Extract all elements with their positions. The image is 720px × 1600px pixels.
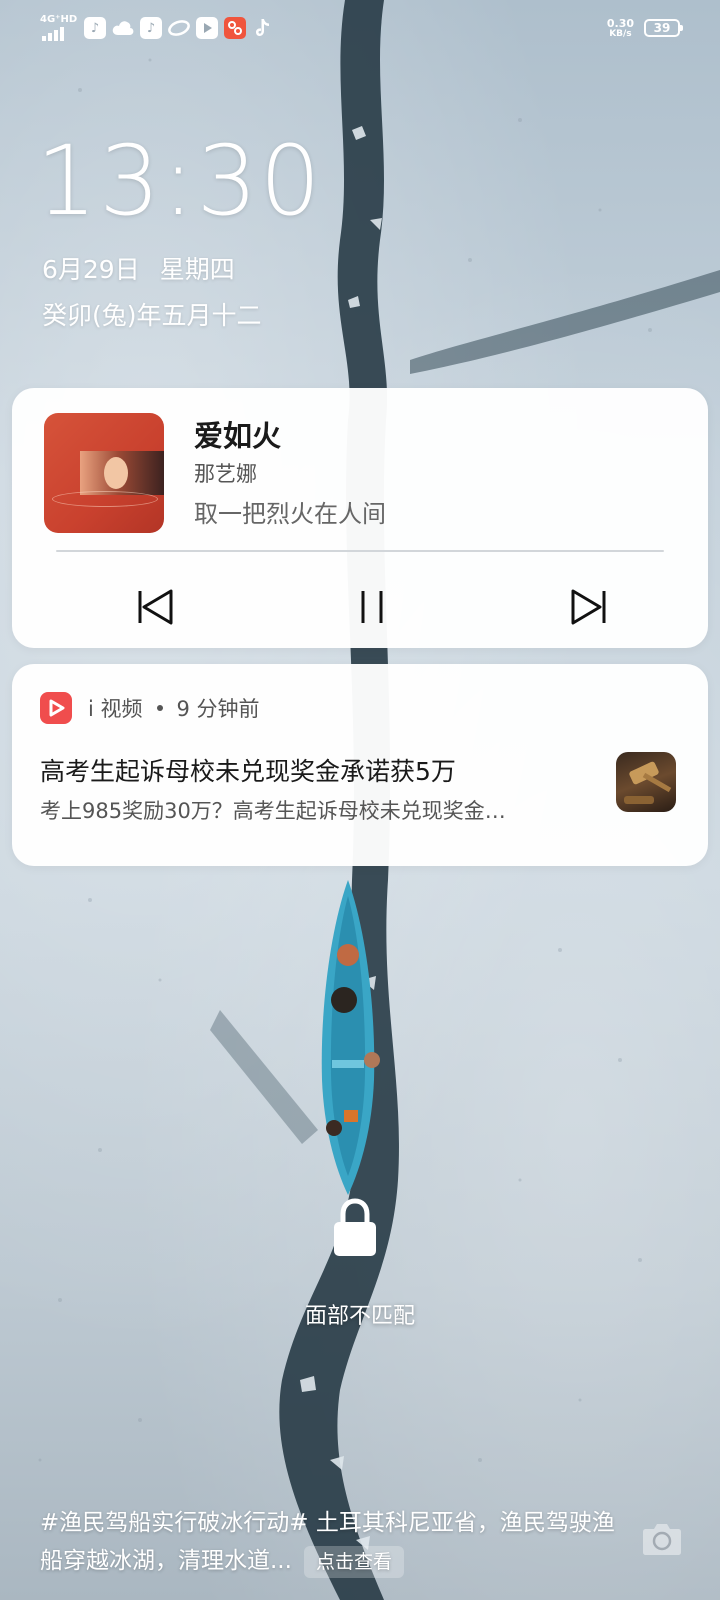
weekday-label: 星期四 (159, 255, 235, 284)
camera-icon[interactable] (642, 1520, 682, 1556)
battery-level: 39 (653, 21, 671, 35)
notification-app-name: i 视频 (88, 697, 143, 721)
link-icon (168, 17, 190, 39)
gavel-base (624, 796, 654, 804)
notification-header: i 视频 9 分钟前 (88, 692, 260, 724)
qq-music-icon: ♪ (84, 17, 106, 39)
album-ring-decoration (52, 491, 158, 507)
song-lyric: 取一把烈火在人间 (194, 500, 386, 528)
gavel-handle (642, 772, 672, 793)
video-play-icon (196, 17, 218, 39)
next-track-button[interactable] (564, 582, 614, 632)
speed-value: 0.30 (606, 16, 634, 30)
lock-icon[interactable] (331, 1198, 379, 1258)
notification-title: 高考生起诉母校未兑现奖金承诺获5万 (40, 757, 456, 786)
song-artist: 那艺娜 (194, 462, 257, 486)
qq-music-icon: ♪ (140, 17, 162, 39)
view-more-button[interactable]: 点击查看 (303, 1545, 404, 1578)
wallpaper-caption[interactable]: #渔民驾船实行破冰行动# 土耳其科尼亚省，渔民驾驶渔船穿越冰湖，清理水道... 点… (40, 1504, 620, 1580)
status-bar: 4G⁺HD ♪ ♪ 0.30 KB/s 39 (0, 0, 720, 56)
network-indicator: 4G⁺HD (40, 15, 78, 41)
pause-icon (361, 591, 383, 623)
network-type-label: 4G⁺HD (40, 14, 78, 25)
pause-button[interactable] (347, 582, 397, 632)
music-player-card[interactable]: 爱如火 那艺娜 取一把烈火在人间 (12, 388, 708, 648)
signal-strength-icon (42, 27, 64, 41)
previous-track-button[interactable] (130, 582, 180, 632)
separator-dot (156, 705, 163, 711)
skip-previous-icon (138, 589, 173, 625)
ivideo-app-icon (40, 692, 72, 724)
battery-icon: 39 (644, 19, 683, 37)
lunar-date: 癸卯(兔)年五月十二 (42, 301, 262, 330)
album-cover[interactable] (44, 413, 164, 533)
notification-card[interactable]: i 视频 9 分钟前 高考生起诉母校未兑现奖金承诺获5万 考上985奖励30万？… (12, 664, 708, 866)
notification-thumbnail (616, 752, 676, 812)
tiktok-icon (252, 17, 274, 39)
status-bar-right: 0.30 KB/s 39 (607, 14, 683, 42)
app-red-icon (224, 17, 246, 39)
speed-unit: KB/s (609, 28, 632, 39)
status-bar-left: 4G⁺HD ♪ ♪ (40, 14, 274, 42)
weather-cloud-icon (112, 17, 134, 39)
song-title: 爱如火 (194, 419, 282, 453)
notification-time: 9 分钟前 (176, 697, 260, 721)
notification-snippet: 考上985奖励30万？高考生起诉母校未兑现奖金… (40, 799, 506, 823)
network-speed: 0.30 KB/s (607, 18, 634, 39)
skip-next-icon (571, 589, 606, 625)
album-artist-face (104, 457, 128, 489)
playback-progress-bar[interactable] (56, 550, 664, 552)
date-label: 6月29日 (42, 255, 140, 284)
lockscreen-clock: 13:30 (36, 125, 323, 237)
date-line: 6月29日 星期四 (42, 254, 235, 286)
face-unlock-status: 面部不匹配 (304, 1304, 415, 1329)
